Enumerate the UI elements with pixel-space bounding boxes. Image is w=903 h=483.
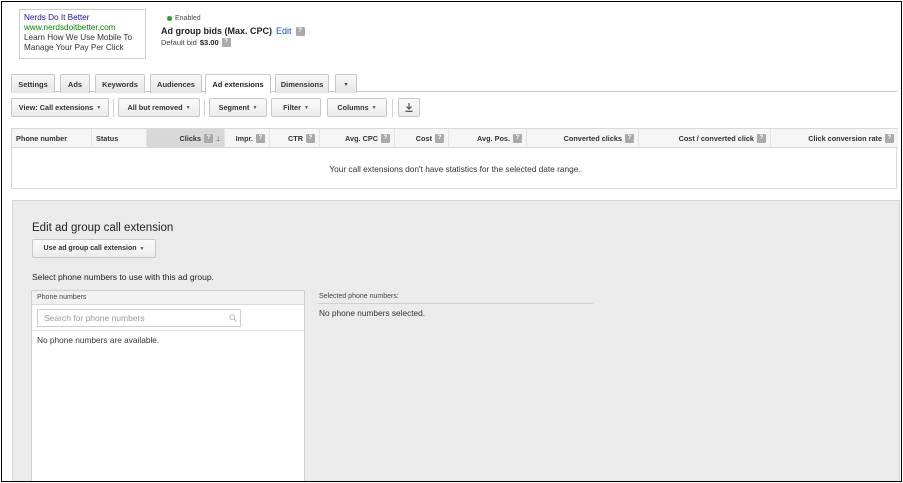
- tab-bar: Settings Ads Keywords Audiences Ad exten…: [11, 72, 897, 94]
- column-header-cost-per-converted-click[interactable]: Cost / converted click?: [639, 129, 771, 148]
- ad-preview[interactable]: Nerds Do It Better www.nerdsdoitbetter.c…: [19, 9, 146, 59]
- column-header-clicks[interactable]: Clicks? ↓: [147, 129, 225, 148]
- bids-label: Ad group bids (Max. CPC): [161, 26, 272, 36]
- no-phones-selected-text: No phone numbers selected.: [319, 308, 426, 318]
- help-icon[interactable]: ?: [306, 134, 315, 143]
- tab-keywords[interactable]: Keywords: [95, 74, 145, 93]
- download-button[interactable]: [398, 98, 420, 117]
- panel-title: Edit ad group call extension: [32, 222, 174, 234]
- filter-dropdown[interactable]: Filter ▼: [271, 98, 321, 117]
- tab-settings[interactable]: Settings: [11, 74, 55, 93]
- stats-table: Phone number Status Clicks? ↓ Impr.? CTR?…: [11, 128, 898, 189]
- ad-group-summary: Enabled Ad group bids (Max. CPC) Edit ? …: [161, 13, 305, 48]
- column-header-ctr[interactable]: CTR?: [270, 129, 320, 148]
- help-icon[interactable]: ?: [256, 134, 265, 143]
- view-dropdown[interactable]: View: Call extensions ▼: [11, 98, 109, 117]
- tab-more-dropdown[interactable]: ▾: [335, 74, 357, 93]
- help-icon[interactable]: ?: [221, 38, 231, 47]
- chevron-down-icon: ▼: [185, 104, 191, 111]
- phone-search-wrap: [32, 305, 304, 331]
- selected-phone-numbers: Selected phone numbers: No phone numbers…: [318, 290, 593, 322]
- phone-numbers-header: Phone numbers: [32, 291, 304, 305]
- help-icon[interactable]: ?: [435, 134, 444, 143]
- call-extension-mode-dropdown[interactable]: Use ad group call extension ▼: [32, 239, 156, 258]
- column-header-converted-clicks[interactable]: Converted clicks?: [527, 129, 639, 148]
- help-icon[interactable]: ?: [625, 134, 634, 143]
- app-frame: Nerds Do It Better www.nerdsdoitbetter.c…: [1, 1, 902, 482]
- toolbar: View: Call extensions ▼ All but removed ▼ …: [11, 98, 897, 118]
- toolbar-divider: [204, 99, 205, 117]
- ad-title: Nerds Do It Better: [24, 13, 90, 22]
- search-icon: [229, 314, 237, 324]
- columns-dropdown[interactable]: Columns ▼: [327, 98, 387, 117]
- view-label: View: Call extensions: [18, 103, 94, 112]
- default-bid-value: $3.00: [199, 38, 219, 47]
- ad-url: www.nerdsdoitbetter.com: [24, 23, 116, 32]
- toolbar-divider: [113, 99, 114, 117]
- phone-search-input[interactable]: [37, 309, 241, 327]
- select-phone-prompt: Select phone numbers to use with this ad…: [32, 272, 214, 282]
- call-extension-mode-label: Use ad group call extension: [43, 245, 137, 252]
- chevron-down-icon: ▼: [252, 104, 258, 111]
- help-icon[interactable]: ?: [295, 27, 305, 36]
- column-header-avg-cpc[interactable]: Avg. CPC?: [320, 129, 395, 148]
- help-icon[interactable]: ?: [381, 134, 390, 143]
- default-bid-label: Default bid: [161, 38, 197, 47]
- toolbar-divider: [392, 99, 393, 117]
- table-header: Phone number Status Clicks? ↓ Impr.? CTR?…: [12, 128, 898, 148]
- edit-bids-link[interactable]: Edit: [276, 26, 292, 37]
- status-dot-icon: [167, 16, 172, 21]
- ad-line-2: Manage Your Pay Per Click: [24, 43, 124, 52]
- column-header-avg-pos[interactable]: Avg. Pos.?: [449, 129, 527, 148]
- columns-label: Columns: [337, 103, 369, 112]
- empty-table-message: Your call extensions don't have statisti…: [329, 164, 581, 174]
- download-icon: [405, 103, 413, 112]
- default-bid-line: Default bid $3.00 ?: [161, 37, 305, 48]
- chevron-down-icon: ▼: [303, 104, 309, 111]
- chevron-down-icon: ▼: [371, 104, 377, 111]
- help-icon[interactable]: ?: [885, 134, 894, 143]
- column-header-impr[interactable]: Impr.?: [225, 129, 270, 148]
- column-header-status[interactable]: Status: [92, 129, 147, 148]
- help-icon[interactable]: ?: [757, 134, 766, 143]
- column-header-phone-number[interactable]: Phone number: [12, 129, 92, 148]
- edit-call-extension-panel: Edit ad group call extension Use ad grou…: [12, 200, 900, 481]
- selected-phones-header: Selected phone numbers:: [318, 290, 593, 304]
- tab-audiences[interactable]: Audiences: [150, 74, 202, 93]
- sort-down-arrow-icon: ↓: [216, 134, 220, 143]
- help-icon[interactable]: ?: [204, 134, 213, 143]
- chevron-down-icon: ▼: [96, 104, 102, 111]
- status-text: Enabled: [175, 15, 201, 22]
- chevron-down-icon: ▼: [139, 245, 145, 252]
- help-icon[interactable]: ?: [513, 134, 522, 143]
- status-line: Enabled: [167, 13, 305, 24]
- tab-ad-extensions[interactable]: Ad extensions: [205, 74, 271, 94]
- tab-ads[interactable]: Ads: [60, 74, 90, 93]
- filter-label: Filter: [283, 103, 301, 112]
- segment-dropdown[interactable]: Segment ▼: [209, 98, 267, 117]
- column-header-cost[interactable]: Cost?: [395, 129, 449, 148]
- ad-line-1: Learn How We Use Mobile To: [24, 33, 133, 42]
- no-phones-available-text: No phone numbers are available.: [37, 335, 160, 345]
- tab-dimensions[interactable]: Dimensions: [275, 74, 329, 93]
- segment-label: Segment: [218, 103, 250, 112]
- bids-line: Ad group bids (Max. CPC) Edit ?: [161, 26, 305, 37]
- phone-numbers-picker: Phone numbers No phone numbers are avail…: [31, 290, 305, 481]
- status-filter-label: All but removed: [127, 103, 183, 112]
- status-filter-dropdown[interactable]: All but removed ▼: [118, 98, 200, 117]
- column-header-click-conversion-rate[interactable]: Click conversion rate?: [771, 129, 898, 148]
